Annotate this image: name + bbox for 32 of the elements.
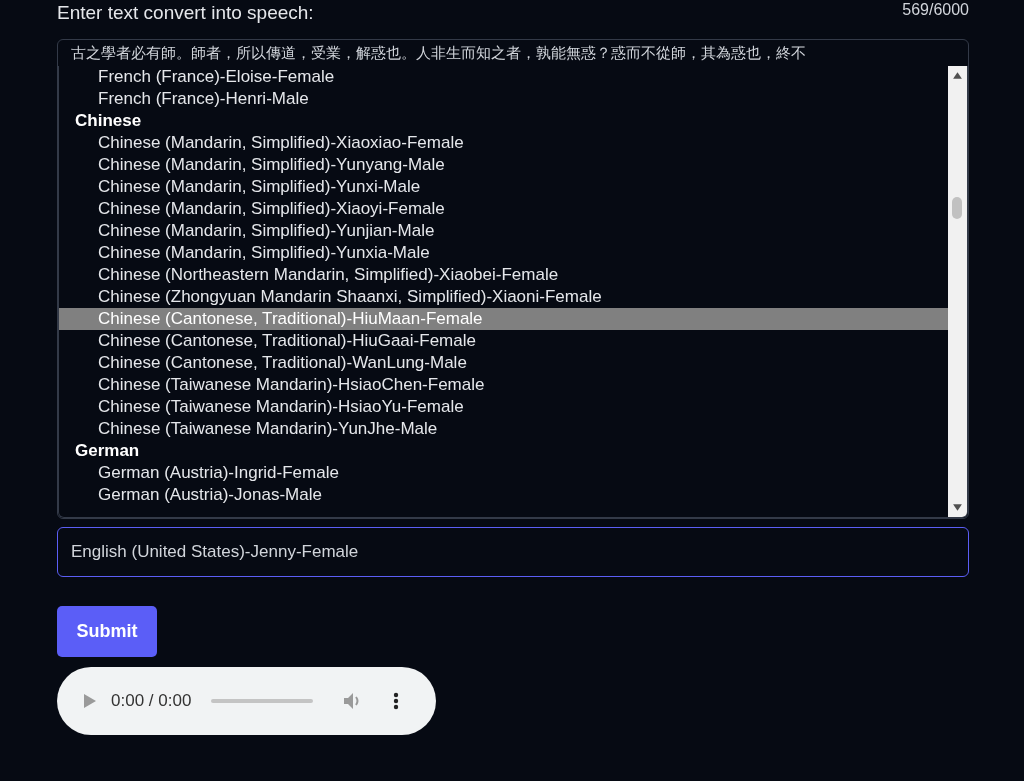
option-group-label: Chinese xyxy=(74,110,143,132)
voice-option[interactable]: Chinese (Zhongyuan Mandarin Shaanxi, Simplified)-Xiaoni-Female xyxy=(59,286,948,308)
audio-time: 0:00 / 0:00 xyxy=(111,691,192,711)
voice-option[interactable]: Chinese (Mandarin, Simplified)-Yunxia-Male xyxy=(59,242,948,264)
text-area[interactable]: 古之學者必有師。師者，所以傳道，受業，解惑也。人非生而知之者，孰能無惑？惑而不從師，其為惑也，終不 French (France)-Eloise-Female French (France)-Henri-Male Chinese Chinese (Mandarin, Simplified)-Xiaoxiao-Female Chinese (Mandarin, Simplified)-Yunyang-Male Chinese (Mandarin, Simplified)-Yunxi-Male Chinese (Mandarin, Simplified)-Xiaoyi-Female Chinese (Mandarin, Simplified)-Yunjian-Male Chinese (Mandarin, Simplified)-Yunxia-Male Chinese (Northeastern Mandarin, Simplified)-Xiaobei-Female Chinese (Zhongyuan Mandarin Shaanxi, Simplified)-Xiaoni-Female Chinese (Cantonese, Traditional)-HiuMaan-Female Chinese (Cantonese, Traditional)-HiuGaai-Female Chinese (Cantonese, Traditional)-WanLung-Male Chinese (Taiwanese Mandarin)-HsiaoChen-Female Chinese (Taiwanese Mandarin)-HsiaoYu-Female Chinese (Taiwanese Mandarin)-YunJhe-Male German German (Austria)-Ingrid-Female German (Austria)-Jonas-Male xyxy=(57,39,969,519)
voice-option[interactable]: German (Austria)-Ingrid-Female xyxy=(59,462,948,484)
scroll-down-icon[interactable] xyxy=(952,502,963,513)
section-heading: Enter text convert into speech: xyxy=(57,1,314,25)
scrollbar[interactable] xyxy=(948,66,967,517)
voice-option[interactable]: Chinese (Taiwanese Mandarin)-HsiaoYu-Female xyxy=(59,396,948,418)
voice-option[interactable]: Chinese (Cantonese, Traditional)-WanLung-Male xyxy=(59,352,948,374)
voice-option[interactable]: Chinese (Mandarin, Simplified)-Xiaoyi-Female xyxy=(59,198,948,220)
voice-field[interactable]: English (United States)-Jenny-Female xyxy=(57,527,969,577)
submit-button[interactable]: Submit xyxy=(57,606,157,657)
scroll-up-icon[interactable] xyxy=(952,70,963,81)
option-group-label: German xyxy=(74,440,141,462)
voice-option[interactable]: Chinese (Northeastern Mandarin, Simplified)-Xiaobei-Female xyxy=(59,264,948,286)
voice-option[interactable]: Chinese (Taiwanese Mandarin)-HsiaoChen-Female xyxy=(59,374,948,396)
voice-option[interactable]: Chinese (Cantonese, Traditional)-HiuMaan-Female xyxy=(59,308,948,330)
voice-option[interactable]: Chinese (Mandarin, Simplified)-Yunjian-Male xyxy=(59,220,948,242)
more-icon[interactable] xyxy=(393,692,400,710)
voice-option[interactable]: Chinese (Mandarin, Simplified)-Yunxi-Male xyxy=(59,176,948,198)
voice-option[interactable]: Chinese (Mandarin, Simplified)-Yunyang-Male xyxy=(59,154,948,176)
character-counter: 569/6000 xyxy=(902,1,969,19)
voice-option[interactable]: Chinese (Taiwanese Mandarin)-YunJhe-Male xyxy=(59,418,948,440)
voice-option[interactable]: Chinese (Cantonese, Traditional)-HiuGaai-Female xyxy=(59,330,948,352)
voice-option[interactable]: French (France)-Eloise-Female xyxy=(59,66,948,88)
voice-option[interactable]: French (France)-Henri-Male xyxy=(59,88,948,110)
scrollbar-thumb[interactable] xyxy=(952,197,962,219)
voice-option[interactable]: Chinese (Mandarin, Simplified)-Xiaoxiao-Female xyxy=(59,132,948,154)
play-icon[interactable] xyxy=(83,693,97,709)
voice-option[interactable]: German (Austria)-Jonas-Male xyxy=(59,484,948,506)
